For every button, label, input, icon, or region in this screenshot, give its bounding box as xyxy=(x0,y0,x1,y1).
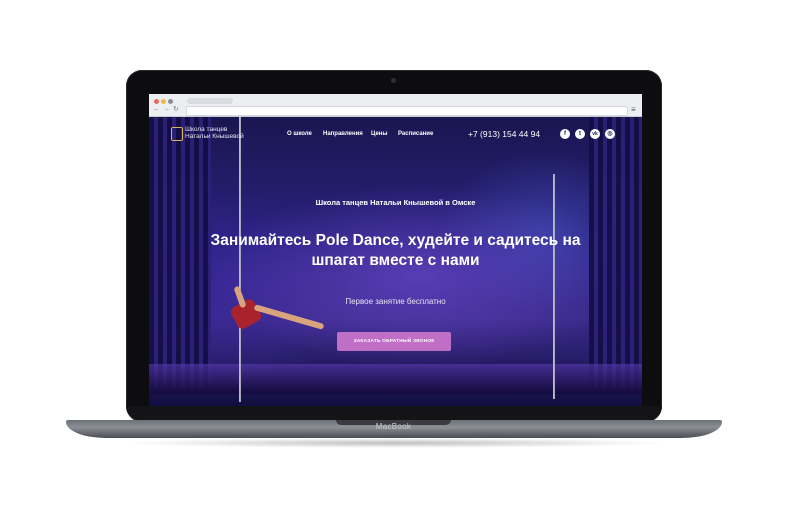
hero-subtitle: Школа танцев Натальи Кнышевой в Омске xyxy=(315,198,476,207)
window-close-dot[interactable] xyxy=(154,99,159,104)
nav-directions[interactable]: Направления xyxy=(323,131,363,137)
laptop-screen: ← → ↻ ≡ Школа танцев Натальи Кнышевой О … xyxy=(149,94,642,406)
reload-icon[interactable]: ↻ xyxy=(173,106,179,114)
device-model-label: MacBook xyxy=(375,422,412,431)
callback-button[interactable]: Заказать обратный звонок xyxy=(337,332,451,351)
address-bar[interactable] xyxy=(186,106,628,116)
laptop-shadow xyxy=(120,438,668,448)
phone-number[interactable]: +7 (913) 154 44 94 xyxy=(468,129,540,139)
window-maximize-dot[interactable] xyxy=(168,99,173,104)
nav-schedule[interactable]: Расписание xyxy=(398,131,433,137)
logo-text-line2: Натальи Кнышевой xyxy=(185,133,244,140)
laptop-bezel xyxy=(126,406,662,420)
camera-icon xyxy=(391,78,396,83)
hero-headline: Занимайтесь Pole Dance, худейте и садите… xyxy=(210,232,581,269)
nav-prices[interactable]: Цены xyxy=(371,131,388,137)
twitter-icon[interactable]: t xyxy=(575,129,585,139)
window-minimize-dot[interactable] xyxy=(161,99,166,104)
facebook-icon[interactable]: f xyxy=(560,129,570,139)
harp-logo-icon[interactable] xyxy=(171,127,183,141)
nav-about[interactable]: О школе xyxy=(287,131,312,137)
back-icon[interactable]: ← xyxy=(153,106,160,114)
forward-icon[interactable]: → xyxy=(163,106,170,114)
browser-tab[interactable] xyxy=(187,98,233,104)
stage-floor xyxy=(149,364,642,394)
hero-offer: Первое занятие бесплатно xyxy=(345,297,446,306)
site-logo[interactable]: Школа танцев Натальи Кнышевой xyxy=(185,126,244,140)
logo-text-line1: Школа танцев xyxy=(185,126,228,133)
browser-menu-icon[interactable]: ≡ xyxy=(631,106,636,114)
vk-icon[interactable]: vk xyxy=(590,129,600,139)
browser-toolbar: ← → ↻ ≡ xyxy=(149,94,642,117)
instagram-icon[interactable]: ◎ xyxy=(605,129,615,139)
dance-pole-right xyxy=(553,174,555,399)
